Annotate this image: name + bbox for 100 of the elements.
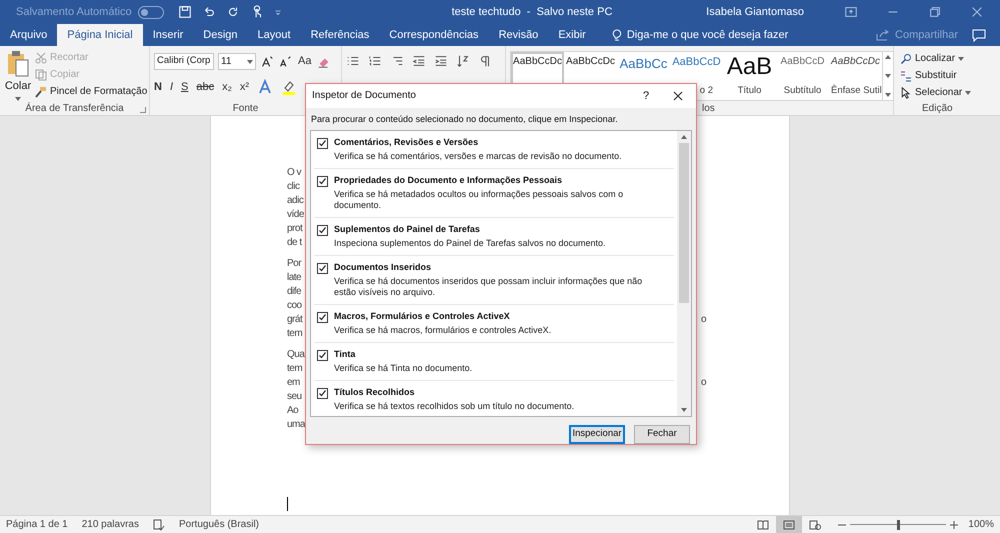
zoom-slider[interactable] [850, 520, 946, 530]
item-description: Verifica se há documentos inseridos que possam incluir informações que não estão visíveis no arquivo. [334, 276, 644, 298]
restore-icon[interactable] [928, 5, 942, 19]
search-icon[interactable] [900, 52, 912, 64]
scrollbar[interactable] [677, 131, 691, 416]
format-button[interactable]: abc [196, 78, 214, 96]
editing-action[interactable]: Selecionar [900, 85, 1000, 100]
editing-action[interactable]: Substituir [900, 68, 1000, 83]
ribbon-tab[interactable]: Página Inicial [57, 24, 143, 46]
document-text: tem [287, 362, 302, 376]
highlighter-icon[interactable] [281, 79, 298, 95]
shrink-font-icon[interactable] [278, 54, 292, 68]
format-button[interactable]: x² [240, 78, 250, 96]
autosave-label: Salvamento Automático [16, 4, 132, 20]
item-description: Verifica se há textos recolhidos sob um título no documento. [334, 401, 576, 412]
document-text: de t [287, 236, 302, 250]
document-text: Ao [287, 404, 298, 418]
editing-action[interactable]: Localizar [900, 51, 1000, 66]
help-button[interactable]: ? [636, 88, 656, 104]
dialog-button[interactable]: Inspecionar [569, 425, 625, 444]
checkbox[interactable] [317, 388, 328, 400]
book-icon [757, 520, 770, 530]
autosave-toggle[interactable] [138, 6, 164, 18]
group-label: los [702, 102, 715, 116]
style-item[interactable]: AaBbCcDc Ênfase Sutil [829, 52, 882, 100]
copy-icon [35, 68, 47, 80]
ribbon-tab[interactable]: Correspondências [379, 24, 489, 46]
group-label: Fonte [232, 102, 258, 116]
zoom-percent[interactable]: 100% [968, 517, 994, 532]
language[interactable]: Português (Brasil) [178, 517, 260, 532]
close-icon[interactable] [672, 90, 684, 102]
ribbon-tab[interactable]: Referências [300, 24, 380, 46]
checkbox[interactable] [317, 263, 328, 274]
item-description: Verifica se há macros, formulários e controles ActiveX. [334, 325, 552, 336]
style-item[interactable]: AaBbCcD Subtítulo [776, 52, 829, 100]
save-icon[interactable] [178, 5, 192, 19]
ribbon-tab[interactable]: Revisão [488, 24, 548, 46]
dialog-launcher-icon[interactable] [140, 107, 146, 113]
checkbox[interactable] [317, 138, 328, 150]
comments-icon[interactable] [972, 29, 986, 42]
item-description: Verifica se há metadados ocultos ou informações pessoais salvos com o documento. [334, 189, 624, 212]
page-icon [783, 520, 796, 530]
document-text: late [287, 271, 302, 285]
checkbox[interactable] [317, 225, 328, 236]
document-text: adic [287, 194, 304, 208]
pilcrow-icon[interactable] [478, 54, 492, 68]
ribbon-tab[interactable]: Arquivo [0, 24, 58, 46]
ribbon-tab[interactable]: Layout [248, 24, 301, 46]
zoom-thumb[interactable] [897, 520, 900, 530]
document-text: clic [287, 180, 300, 194]
change-case-button[interactable]: Aa [296, 53, 314, 70]
ribbon-tab[interactable]: Inserir [142, 24, 194, 46]
format-button[interactable]: x₂ [222, 78, 232, 96]
ribbon-tab[interactable]: Design [193, 24, 248, 46]
style-item[interactable]: AaB Título [723, 52, 776, 100]
document-text: Por [287, 257, 302, 271]
checkbox[interactable] [317, 312, 328, 324]
item-title: Propriedades do Documento e Informações Pessoais [334, 175, 564, 186]
group-label: Edição [922, 102, 953, 116]
item-description: Verifica se há comentários, versões e marcas de revisão no documento. [334, 151, 623, 162]
tell-me-field[interactable]: Diga-me o que você deseja fazer [612, 24, 788, 46]
bullet-list-icon[interactable] [346, 54, 360, 68]
view-button[interactable] [776, 516, 802, 533]
decrease-indent-icon[interactable] [412, 54, 426, 68]
clipboard-action[interactable]: Pincel de Formatação [35, 84, 148, 99]
dialog-button[interactable]: Fechar [634, 425, 690, 444]
document-text: dife [287, 285, 302, 299]
proofing-icon[interactable] [152, 518, 165, 530]
document-text: o [700, 376, 706, 390]
checkbox[interactable] [317, 350, 328, 362]
font-size-field[interactable]: 11 [218, 53, 256, 70]
checkbox[interactable] [317, 176, 328, 188]
document-text: prot [287, 222, 302, 236]
item-title: Macros, Formulários e Controles ActiveX [334, 311, 511, 322]
document-text: víde [287, 208, 304, 222]
ribbon-display-icon[interactable] [844, 5, 858, 19]
document-text: uma [287, 418, 305, 432]
document-text: o [700, 313, 706, 327]
scissors-icon [35, 52, 47, 64]
replace-icon [900, 70, 912, 82]
zoom-in-icon[interactable] [950, 520, 958, 528]
grow-font-icon[interactable] [260, 54, 274, 68]
page-count[interactable]: Página 1 de 1 [6, 517, 68, 532]
format-button[interactable]: N [154, 78, 162, 96]
pointer-icon[interactable] [900, 86, 912, 98]
font-name-field[interactable]: Calibri (Corp [154, 53, 214, 70]
format-button[interactable]: S [181, 78, 188, 96]
format-button[interactable]: I [170, 78, 174, 96]
gallery-scrollbar[interactable] [882, 52, 893, 100]
user-name: Isabela Giantomaso [706, 4, 804, 20]
paste-button[interactable]: Colar [4, 50, 32, 101]
scrollbar-thumb[interactable] [679, 143, 689, 304]
increase-indent-icon[interactable] [434, 54, 448, 68]
text-effects-icon[interactable] [257, 79, 274, 95]
group-label: Área de Transferência [25, 101, 124, 116]
ribbon-tab[interactable]: Exibir [548, 24, 596, 46]
sort-icon[interactable] [456, 54, 470, 68]
paintbrush-icon [35, 86, 47, 98]
numbered-list-icon[interactable] [368, 54, 382, 68]
word-count[interactable]: 210 palavras [82, 517, 139, 532]
